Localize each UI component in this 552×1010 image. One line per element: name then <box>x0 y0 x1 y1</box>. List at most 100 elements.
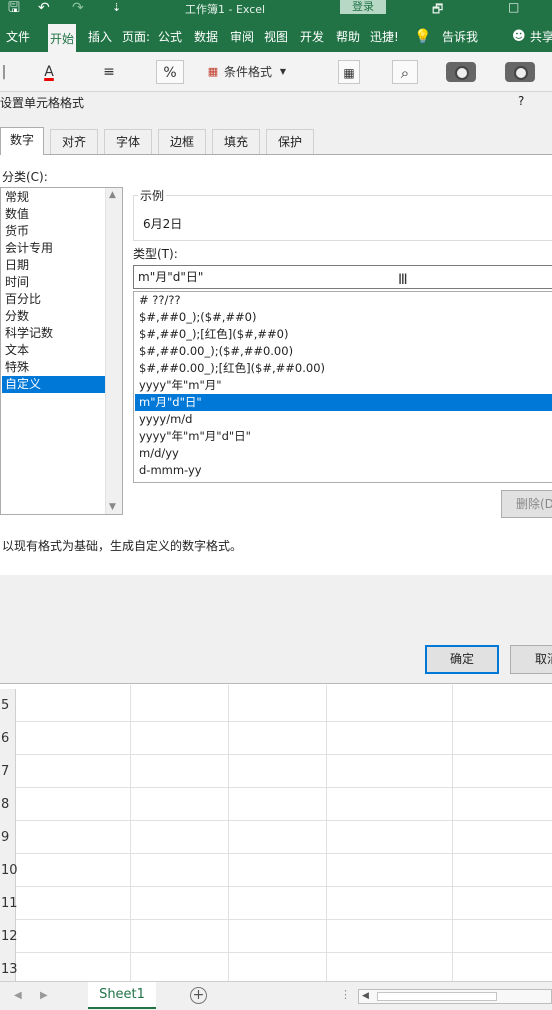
type-input[interactable]: m"月"d"日" <box>133 265 552 289</box>
tab-protection[interactable]: 保护 <box>266 129 314 155</box>
delete-button[interactable]: 删除(D <box>501 490 552 518</box>
format-item[interactable]: d-mmm-yy <box>135 462 552 479</box>
format-item[interactable]: # ??/?? <box>135 292 552 309</box>
next-sheet-icon[interactable]: ▶ <box>40 990 48 1001</box>
row-header[interactable]: 8 <box>0 788 16 821</box>
share-button[interactable]: 共享 <box>528 24 552 52</box>
category-item[interactable]: 科学记数 <box>2 325 105 342</box>
lightbulb-icon[interactable]: 💡 <box>412 24 433 52</box>
category-scrollbar[interactable]: ▲ ▼ <box>105 188 122 514</box>
row-header[interactable]: 9 <box>0 821 16 854</box>
tab-developer[interactable]: 开发 <box>298 24 326 52</box>
scrollbar-thumb[interactable] <box>377 992 497 1001</box>
tab-fill[interactable]: 填充 <box>212 129 260 155</box>
sheet-row[interactable]: 13 <box>0 953 552 981</box>
align-center-icon[interactable]: ≡ <box>96 60 122 84</box>
tab-font[interactable]: 字体 <box>104 129 152 155</box>
conditional-format-icon[interactable]: ▦ <box>206 60 220 84</box>
category-item[interactable]: 文本 <box>2 342 105 359</box>
percent-icon[interactable]: % <box>156 60 184 84</box>
tab-view[interactable]: 视图 <box>262 24 290 52</box>
customize-toolbar-icon[interactable]: ⇣ <box>112 0 121 16</box>
ribbon-display-icon[interactable]: 🗗 <box>432 0 443 21</box>
save-icon[interactable]: 🖫 <box>8 0 20 16</box>
table-icon[interactable]: ▦ <box>338 60 360 84</box>
tab-data[interactable]: 数据 <box>192 24 220 52</box>
sheet-row[interactable]: 6 <box>0 722 552 755</box>
cut-icon[interactable]: | <box>0 60 8 84</box>
format-item[interactable]: $#,##0.00_);[红色]($#,##0.00) <box>135 360 552 377</box>
tab-home[interactable]: 开始 <box>48 24 77 52</box>
conditional-format-button[interactable]: 条件格式 <box>224 60 284 84</box>
login-button[interactable]: 登录 <box>340 0 386 14</box>
sheet-row[interactable]: 7 <box>0 755 552 788</box>
category-item[interactable]: 时间 <box>2 274 105 291</box>
category-item[interactable]: 会计专用 <box>2 240 105 257</box>
row-header[interactable]: 12 <box>0 920 18 953</box>
format-item[interactable]: $#,##0.00_);($#,##0.00) <box>135 343 552 360</box>
format-item[interactable]: $#,##0_);[红色]($#,##0) <box>135 326 552 343</box>
splitter-handle-icon[interactable]: ⋮ <box>340 988 351 1001</box>
chevron-down-icon[interactable]: ▼ <box>278 60 288 84</box>
category-item[interactable]: 常规 <box>2 189 105 206</box>
ok-button[interactable]: 确定 <box>425 645 499 674</box>
row-header[interactable]: 13 <box>0 953 18 981</box>
category-item[interactable]: 特殊 <box>2 359 105 376</box>
category-item-custom[interactable]: 自定义 <box>2 376 105 393</box>
format-item[interactable]: yyyy/m/d <box>135 411 552 428</box>
scroll-up-icon[interactable]: ▲ <box>109 190 116 200</box>
sheet-row[interactable]: 9 <box>0 821 552 854</box>
row-header[interactable]: 10 <box>0 854 18 887</box>
sheet-row[interactable]: 12 <box>0 920 552 953</box>
format-code-listbox[interactable]: # ??/?? $#,##0_);($#,##0) $#,##0_);[红色](… <box>133 291 552 483</box>
undo-icon[interactable]: ↶ <box>38 0 50 16</box>
format-item[interactable]: $#,##0_);($#,##0) <box>135 309 552 326</box>
tab-number[interactable]: 数字 <box>0 127 44 155</box>
camera-icon[interactable] <box>446 62 476 82</box>
tab-page-layout[interactable]: 页面: <box>120 24 152 52</box>
sheet-row[interactable]: 10 <box>0 854 552 887</box>
category-item[interactable]: 数值 <box>2 206 105 223</box>
camera-icon-2[interactable] <box>505 62 535 82</box>
prev-sheet-icon[interactable]: ◀ <box>14 990 22 1001</box>
sheet-tab-sheet1[interactable]: Sheet1 <box>88 982 156 1009</box>
tell-me-search[interactable]: 告诉我 <box>440 24 480 52</box>
category-item[interactable]: 分数 <box>2 308 105 325</box>
category-item[interactable]: 货币 <box>2 223 105 240</box>
category-item[interactable]: 日期 <box>2 257 105 274</box>
minimize-icon[interactable]: □ <box>508 0 519 14</box>
sheet-row[interactable]: 11 <box>0 887 552 920</box>
font-color-icon[interactable]: A <box>36 60 62 84</box>
format-item[interactable]: yyyy"年"m"月"d"日" <box>135 428 552 445</box>
person-icon[interactable]: ☻ <box>510 24 528 52</box>
tab-insert[interactable]: 插入 <box>86 24 114 52</box>
sheet-row[interactable]: 5 <box>0 689 552 722</box>
category-label: 分类(C): <box>2 170 48 184</box>
format-item-selected[interactable]: m"月"d"日" <box>135 394 552 411</box>
category-item[interactable]: 百分比 <box>2 291 105 308</box>
tab-alignment[interactable]: 对齐 <box>50 129 98 155</box>
redo-icon[interactable]: ↷ <box>72 0 84 16</box>
sheet-row[interactable]: 8 <box>0 788 552 821</box>
scroll-left-icon[interactable]: ◀ <box>362 991 369 1001</box>
tab-help[interactable]: 帮助 <box>334 24 362 52</box>
tab-formulas[interactable]: 公式 <box>156 24 184 52</box>
help-button[interactable]: ? <box>518 94 524 108</box>
category-listbox[interactable]: 常规 数值 货币 会计专用 日期 时间 百分比 分数 科学记数 文本 特殊 自定… <box>0 187 123 515</box>
tab-xunjie[interactable]: 迅捷! <box>368 24 401 52</box>
add-sheet-icon[interactable]: + <box>190 987 207 1004</box>
cancel-button[interactable]: 取消 <box>510 645 552 674</box>
row-header[interactable]: 6 <box>0 722 16 755</box>
tab-border[interactable]: 边框 <box>158 129 206 155</box>
row-header[interactable]: 5 <box>0 689 16 722</box>
row-header[interactable]: 11 <box>0 887 18 920</box>
tab-review[interactable]: 审阅 <box>228 24 256 52</box>
tab-file[interactable]: 文件 <box>4 24 32 52</box>
format-item[interactable]: yyyy"年"m"月" <box>135 377 552 394</box>
scroll-down-icon[interactable]: ▼ <box>109 502 116 512</box>
search-icon[interactable]: ⌕ <box>392 60 418 84</box>
row-header[interactable]: 7 <box>0 755 16 788</box>
format-item[interactable]: m/d/yy <box>135 445 552 462</box>
worksheet-grid[interactable]: 5 6 7 8 9 10 11 12 13 <box>0 685 552 981</box>
horizontal-scrollbar[interactable]: ◀ <box>358 989 552 1004</box>
